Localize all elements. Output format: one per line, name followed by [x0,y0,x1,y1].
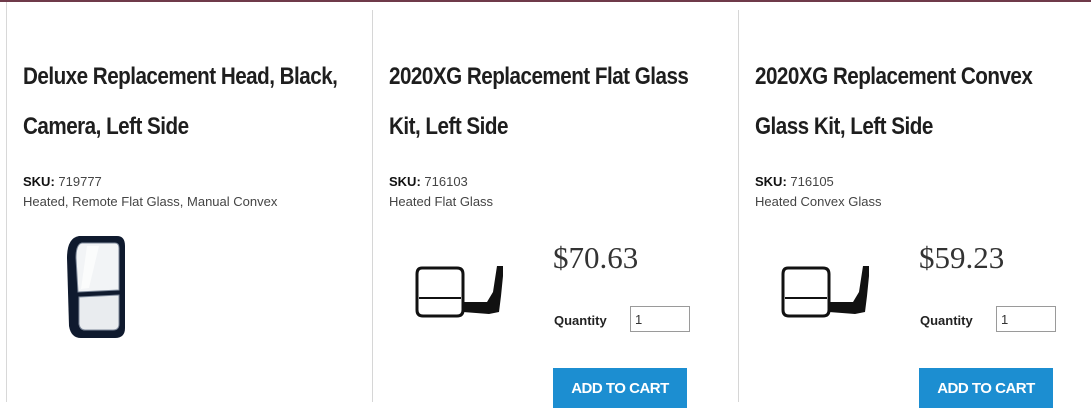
product-price: $59.23 [919,240,1005,275]
product-title-line[interactable]: 2020XG Replacement Flat Glass [389,52,724,102]
quantity-input[interactable] [630,306,690,332]
product-sku: SKU: 716103 [389,174,468,189]
product-title[interactable]: Deluxe Replacement Head, Black, Camera, … [23,52,358,152]
product-title-line[interactable]: Glass Kit, Left Side [755,102,1090,152]
product-title-line[interactable]: Camera, Left Side [23,102,358,152]
product-sku: SKU: 716105 [755,174,834,189]
product-title-line[interactable]: 2020XG Replacement Convex [755,52,1090,102]
product-sku: SKU: 719777 [23,174,102,189]
product-card: 2020XG Replacement Flat Glass Kit, Left … [373,10,739,408]
sku-label: SKU: [755,174,787,189]
sku-value: 716103 [424,174,468,189]
tow-mirror-icon[interactable] [779,262,875,324]
product-title[interactable]: 2020XG Replacement Convex Glass Kit, Lef… [755,52,1090,152]
quantity-input[interactable] [996,306,1056,332]
mirror-head-icon[interactable] [65,232,127,342]
product-title-line[interactable]: Kit, Left Side [389,102,724,152]
sku-label: SKU: [389,174,421,189]
product-card: 2020XG Replacement Convex Glass Kit, Lef… [739,10,1091,408]
top-border [0,0,1091,2]
product-title-line[interactable]: Deluxe Replacement Head, Black, [23,52,358,102]
sku-value: 719777 [58,174,102,189]
product-card: Deluxe Replacement Head, Black, Camera, … [7,10,373,402]
sku-value: 716105 [790,174,834,189]
tow-mirror-icon[interactable] [413,262,509,324]
product-price: $70.63 [553,240,639,275]
add-to-cart-button[interactable]: ADD TO CART [553,368,687,408]
product-description: Heated Convex Glass [755,194,882,209]
quantity-label: Quantity [554,313,607,328]
quantity-label: Quantity [920,313,973,328]
product-description: Heated, Remote Flat Glass, Manual Convex [23,194,278,209]
product-description: Heated Flat Glass [389,194,494,209]
add-to-cart-button[interactable]: ADD TO CART [919,368,1053,408]
product-title[interactable]: 2020XG Replacement Flat Glass Kit, Left … [389,52,724,152]
sku-label: SKU: [23,174,55,189]
